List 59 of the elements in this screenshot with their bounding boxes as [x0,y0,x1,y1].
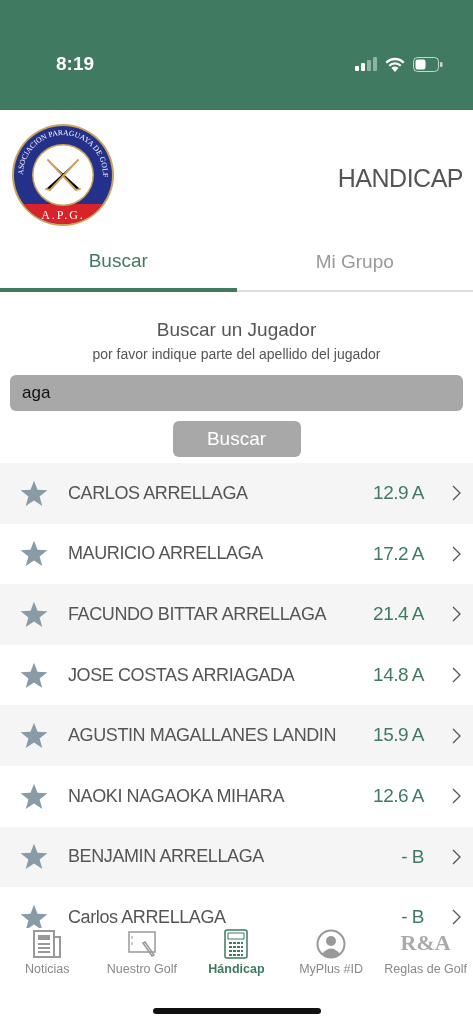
tab-bar-item[interactable]: MyPlus #ID [283,928,379,979]
star-icon[interactable] [20,540,48,568]
search-field[interactable]: aga [10,375,463,411]
player-row[interactable]: NAOKI NAGAOKA MIHARA 12.6 A [0,765,473,827]
player-name: CARLOS ARRELLAGA [68,481,249,505]
chevron-right-icon [452,545,461,562]
player-name: FACUNDO BITTAR ARRELLAGA [68,603,328,626]
chevron-right-icon [452,848,461,865]
calculator-icon [224,929,249,959]
player-row[interactable]: AGUSTIN MAGALLANES LANDIN 15.9 A [0,705,473,766]
section-title: Buscar un Jugador [155,317,318,342]
chevron-right-icon [452,606,461,623]
player-name: NAOKI NAGAOKA MIHARA [68,784,286,808]
handicap-value: 14.8 A [373,662,424,687]
star-icon[interactable] [20,782,48,810]
status-time: 8:19 [56,51,95,76]
newspaper-icon [32,929,63,959]
player-name: BENJAMIN ARRELLAGA [68,845,265,869]
chevron-right-icon [452,788,461,805]
handicap-value: 21.4 A [373,602,424,627]
star-icon[interactable] [20,843,48,871]
tab[interactable]: Buscar [0,235,237,292]
signal-icon [355,57,377,71]
player-name: Carlos ARRELLAGA [68,905,227,928]
tab-bar-item[interactable]: Nuestro Golf [94,928,190,979]
tablet-pen-icon [126,929,157,959]
page-title: HANDICAP [337,163,463,194]
handicap-value: 15.9 A [373,723,424,748]
star-icon[interactable] [20,722,48,750]
player-row[interactable]: CARLOS ARRELLAGA 12.9 A [0,463,473,524]
chevron-right-icon [452,727,461,744]
player-name: AGUSTIN MAGALLANES LANDIN [68,724,338,748]
handicap-value: 12.6 A [373,784,424,808]
wifi-icon [385,56,405,72]
star-icon[interactable] [20,479,48,507]
tab-bar-item[interactable]: Hándicap [189,928,284,979]
player-row[interactable]: MAURICIO ARRELLAGA 17.2 A [0,523,473,585]
star-icon[interactable] [20,601,48,628]
chevron-right-icon [452,667,461,684]
handicap-value: - B [401,844,424,869]
star-icon[interactable] [20,903,48,928]
star-icon[interactable] [20,661,48,689]
user-icon [316,929,347,959]
handicap-value: 12.9 A [373,481,424,506]
player-name: MAURICIO ARRELLAGA [68,542,264,566]
player-row[interactable]: Carlos ARRELLAGA - B [0,887,473,928]
rules-logo-icon: R&A [400,928,451,960]
battery-icon [413,56,443,72]
handicap-value: 17.2 A [373,541,424,566]
player-row[interactable]: FACUNDO BITTAR ARRELLAGA 21.4 A [0,584,473,645]
player-row[interactable]: BENJAMIN ARRELLAGA - B [0,826,473,888]
chevron-right-icon [452,485,461,502]
chevron-right-icon [452,909,461,926]
player-row[interactable]: JOSE COSTAS ARRIAGADA 14.8 A [0,644,473,706]
tab-bar-item[interactable]: R&A Reglas de Golf [378,928,473,979]
player-name: JOSE COSTAS ARRIAGADA [68,663,296,687]
handicap-value: - B [401,905,424,928]
tab-bar-item[interactable]: Noticias [0,928,95,979]
section-subtitle: por favor indique parte del apellido del jugador [91,345,382,364]
